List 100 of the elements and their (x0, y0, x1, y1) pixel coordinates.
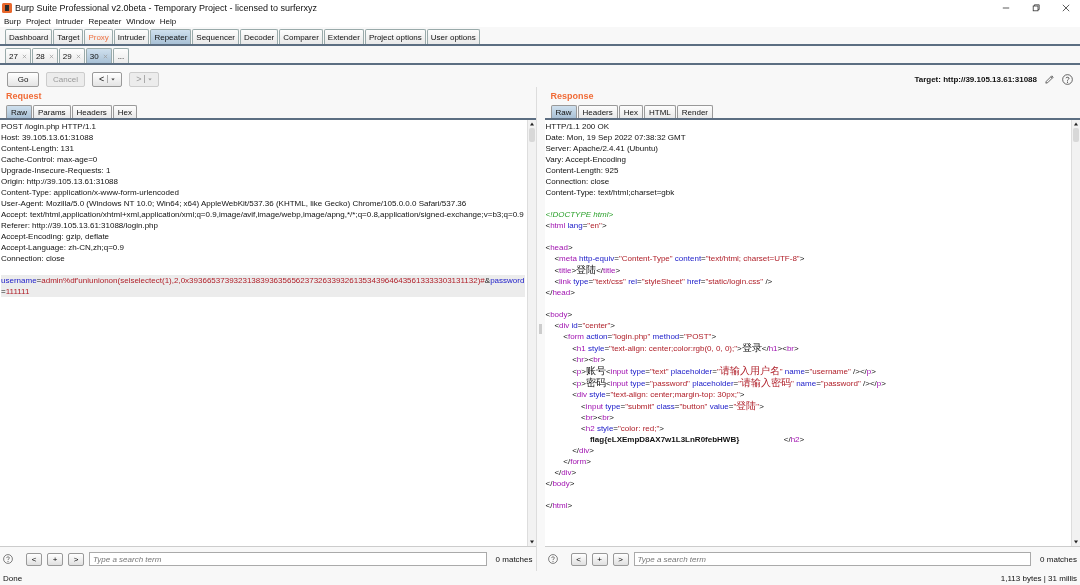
code-line: Origin: http://39.105.13.61:31088 (1, 176, 119, 187)
close-icon[interactable] (1062, 3, 1070, 12)
arrow-up-icon[interactable] (527, 120, 536, 128)
status-text: Done (3, 573, 23, 583)
request-tab[interactable]: 29 (58, 48, 85, 63)
menu-item[interactable]: Project (25, 16, 51, 26)
code-line: </head> (545, 287, 576, 298)
tool-tab[interactable]: Intruder (113, 29, 150, 44)
search-nav-button[interactable]: < (26, 552, 42, 566)
code-line: <hr><br> (571, 354, 607, 365)
code-line: Connection: close (545, 176, 611, 187)
code-line: <form action="login.php" method="POST"> (562, 331, 718, 342)
search-nav-button[interactable]: > (68, 552, 84, 566)
scrollbar-thumb[interactable] (528, 128, 535, 142)
window-title: Burp Suite Professional v2.0beta - Temporary Project - licensed to surferxyz (15, 2, 317, 13)
code-line: <!DOCTYPE html> (545, 209, 615, 220)
code-line: <p>密码<input type="password" placeholder="请输入密码" name="password" /></p> (571, 377, 887, 389)
search-nav-button[interactable]: + (591, 552, 608, 566)
arrow-down-icon[interactable] (1072, 538, 1080, 546)
code-line: <p>账号<input type="text" placeholder="请输入用户名" name="username" /></p> (571, 365, 877, 377)
code-line: Content-Type: application/x-www-form-urlencoded (1, 187, 180, 198)
splitter-handle[interactable] (539, 324, 542, 334)
pencil-icon[interactable] (1044, 73, 1055, 85)
view-tab[interactable]: Params (33, 105, 71, 118)
code-line: <link type="text/css" rel="styleSheet" href="static/login.css" /> (553, 276, 774, 287)
code-line: <meta http-equiv="Content-Type" content="text/html; charset=UTF-8"> (553, 253, 806, 264)
search-nav-button[interactable]: + (47, 552, 63, 566)
code-line: Host: 39.105.13.61:31088 (1, 132, 95, 143)
code-line: <input type="submit" class="button" value="登陆"> (580, 400, 765, 412)
tool-tab[interactable]: Repeater (150, 29, 192, 44)
code-line: <title>登陆</title> (553, 264, 622, 276)
tool-tab[interactable]: Target (53, 29, 84, 44)
request-tab[interactable]: 30 (85, 48, 112, 63)
new-tab-button[interactable]: ... (112, 48, 130, 63)
code-line: Vary: Accept-Encoding (545, 154, 627, 165)
request-tab[interactable]: 28 (31, 48, 58, 63)
view-tab[interactable]: Headers (577, 105, 618, 118)
code-line: Content-Length: 131 (1, 143, 75, 154)
go-button[interactable]: Go (7, 71, 39, 87)
tool-tab[interactable]: Dashboard (5, 29, 53, 44)
menu-item[interactable]: Burp (4, 16, 21, 26)
tool-tab[interactable]: Sequencer (192, 29, 240, 44)
tool-tab[interactable]: Extender (323, 29, 364, 44)
scrollbar[interactable] (526, 120, 536, 546)
view-tab[interactable]: Raw (550, 105, 577, 118)
code-line: </div> (553, 467, 578, 478)
caret-icon[interactable] (111, 77, 116, 81)
pane-title: Request (5, 90, 43, 103)
code-line: HTTP/1.1 200 OK (545, 121, 611, 132)
search-nav-button[interactable]: < (570, 552, 587, 566)
code-line: User-Agent: Mozilla/5.0 (Windows NT 10.0; Win64; x64) AppleWebKit/537.36 (KHTML, like Gecko) Chrome/105.0.0.0 Safari/537.36 (1, 198, 468, 209)
code-line: </div> (571, 445, 595, 456)
code-line: Cache-Control: max-age=0 (1, 154, 99, 165)
code-line: Content-Length: 925 (545, 165, 620, 176)
menu-item[interactable]: Intruder (55, 16, 84, 26)
search-field[interactable]: Type a search term (633, 552, 1032, 566)
tool-tab[interactable]: Comparer (279, 29, 323, 44)
menu-item[interactable]: Repeater (88, 16, 122, 26)
code-line: <html lang="en"> (545, 220, 608, 231)
view-tab[interactable]: Headers (71, 105, 112, 118)
view-tab[interactable]: Render (676, 105, 714, 118)
tool-tab[interactable]: Decoder (240, 29, 279, 44)
code-line: </body> (545, 478, 576, 489)
scrollbar[interactable] (1071, 120, 1080, 546)
maximize-icon[interactable] (1032, 3, 1040, 12)
tool-tab[interactable]: Project options (364, 29, 426, 44)
help-icon[interactable] (3, 554, 13, 564)
search-nav-button[interactable]: > (612, 552, 629, 566)
code-line: <div style="text-align: center;margin-top: 30px;"> (571, 389, 745, 400)
scrollbar-thumb[interactable] (1073, 128, 1079, 142)
code-line: Server: Apache/2.4.41 (Ubuntu) (545, 143, 659, 154)
response-stats: 1,113 bytes | 31 millis (1000, 573, 1077, 583)
code-line: </form> (562, 456, 592, 467)
code-line: Accept-Encoding: gzip, deflate (1, 231, 111, 242)
code-line: Date: Mon, 19 Sep 2022 07:38:32 GMT (545, 132, 687, 143)
view-tab[interactable]: Hex (112, 105, 138, 118)
code-line: <h1 style="text-align: center;color:rgb(0, 0, 0);">登录</h1><br> (571, 342, 800, 354)
arrow-up-icon[interactable] (1072, 120, 1080, 128)
view-tab[interactable]: HTML (644, 105, 676, 118)
menu-item[interactable]: Window (126, 16, 155, 26)
code-line: <br><br> (580, 412, 615, 423)
search-field[interactable]: Type a search term (89, 552, 487, 566)
help-icon[interactable] (547, 554, 558, 564)
code-line: <h2 style="color: red;"> (580, 423, 665, 434)
app-logo-icon (2, 2, 12, 13)
view-tab[interactable]: Hex (618, 105, 643, 118)
target-label: Target: http://39.105.13.61:31088 (914, 74, 1037, 84)
code-line: Content-Type: text/html;charset=gbk (545, 187, 676, 198)
menu-item[interactable]: Help (159, 16, 177, 26)
request-tab[interactable]: 27 (5, 48, 31, 63)
code-line: flag{eLXEmpD8AX7w1L3LnR0febHWB} </h2> (588, 434, 806, 445)
code-line: POST /login.php HTTP/1.1 (1, 121, 97, 132)
view-tab[interactable]: Raw (6, 105, 32, 118)
match-count: 0 matches (494, 554, 533, 564)
match-count: 0 matches (1039, 554, 1077, 564)
code-line: </html> (545, 500, 574, 511)
tool-tab[interactable]: User options (426, 29, 480, 44)
code-line: Accept: text/html,application/xhtml+xml,application/xml;q=0.9,image/avif,image/webp,image/apng,*/*;q=0.8,application/signed-exchange;v=b3;q=0.9 (1, 209, 525, 220)
history-button[interactable]: < (91, 71, 123, 87)
help-icon[interactable] (1062, 73, 1073, 85)
